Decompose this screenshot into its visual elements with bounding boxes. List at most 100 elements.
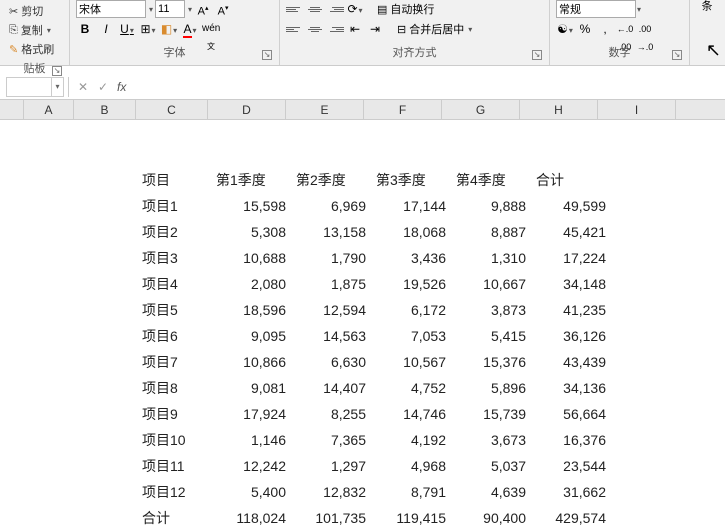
font-size-combo[interactable]	[155, 0, 185, 18]
conditional-format-button[interactable]: 条	[696, 0, 716, 11]
cell[interactable]: 3,673	[452, 428, 530, 452]
enter-formula-button[interactable]: ✓	[93, 77, 113, 97]
cell[interactable]: 14,563	[292, 324, 370, 348]
cell[interactable]: 10,567	[372, 350, 450, 374]
worksheet-grid[interactable]: 项目 第1季度 第2季度 第3季度 第4季度 合计 项目115,5986,969…	[0, 120, 725, 520]
italic-button[interactable]: I	[97, 20, 115, 38]
increase-font-button[interactable]: A▴	[194, 0, 212, 18]
cell[interactable]: 4,752	[372, 376, 450, 400]
select-all-corner[interactable]	[0, 100, 24, 119]
cell[interactable]: 5,415	[452, 324, 530, 348]
cancel-formula-button[interactable]: ✕	[73, 77, 93, 97]
cell[interactable]: 18,068	[372, 220, 450, 244]
row-label[interactable]: 项目11	[138, 454, 210, 478]
font-name-drop[interactable]: ▾	[149, 5, 153, 14]
name-box-drop[interactable]: ▾	[52, 77, 64, 97]
cell[interactable]: 9,081	[212, 376, 290, 400]
decrease-indent-button[interactable]: ⇤	[346, 20, 364, 38]
cell[interactable]: 9,095	[212, 324, 290, 348]
orientation-button[interactable]: ⟳▾	[346, 0, 364, 18]
cell[interactable]: 101,735	[292, 506, 370, 530]
col-header-F[interactable]: F	[364, 100, 442, 119]
comma-button[interactable]: ,	[596, 20, 614, 38]
col-header-D[interactable]: D	[208, 100, 286, 119]
row-label[interactable]: 项目1	[138, 194, 210, 218]
hdr-q3[interactable]: 第3季度	[372, 168, 450, 192]
cell[interactable]: 10,866	[212, 350, 290, 374]
cell[interactable]: 1,790	[292, 246, 370, 270]
cell[interactable]: 1,310	[452, 246, 530, 270]
number-format-drop[interactable]: ▾	[637, 5, 641, 14]
row-label[interactable]: 项目9	[138, 402, 210, 426]
cell[interactable]: 15,598	[212, 194, 290, 218]
hdr-q1[interactable]: 第1季度	[212, 168, 290, 192]
cell[interactable]: 1,146	[212, 428, 290, 452]
font-dialog-launcher[interactable]: ↘	[262, 50, 272, 60]
cell[interactable]: 6,172	[372, 298, 450, 322]
increase-decimal-button[interactable]: ←.0.00	[616, 20, 634, 38]
cell[interactable]: 8,791	[372, 480, 450, 504]
row-label[interactable]: 项目10	[138, 428, 210, 452]
hdr-item[interactable]: 项目	[138, 168, 210, 192]
font-size-drop[interactable]: ▾	[188, 5, 192, 14]
font-color-button[interactable]: A▾	[181, 20, 199, 38]
cell[interactable]: 5,037	[452, 454, 530, 478]
cell[interactable]: 119,415	[372, 506, 450, 530]
cell[interactable]: 17,144	[372, 194, 450, 218]
format-painter-button[interactable]: ✎ 格式刷	[6, 40, 57, 58]
cell[interactable]: 14,746	[372, 402, 450, 426]
number-format-combo[interactable]	[556, 0, 636, 18]
col-header-H[interactable]: H	[520, 100, 598, 119]
accounting-format-button[interactable]: ☯▾	[556, 20, 574, 38]
cell[interactable]: 34,148	[532, 272, 610, 296]
percent-button[interactable]: %	[576, 20, 594, 38]
merge-center-button[interactable]: ⊟ 合并后居中▾	[394, 20, 475, 38]
hdr-q2[interactable]: 第2季度	[292, 168, 370, 192]
wrap-text-button[interactable]: ▤ 自动换行	[374, 0, 437, 18]
cut-button[interactable]: ✂ 剪切	[6, 2, 46, 20]
cell[interactable]: 429,574	[532, 506, 610, 530]
align-bottom-button[interactable]	[326, 2, 344, 16]
align-left-button[interactable]	[286, 22, 304, 36]
cell[interactable]: 17,224	[532, 246, 610, 270]
cell[interactable]: 34,136	[532, 376, 610, 400]
name-box[interactable]	[6, 77, 52, 97]
cell[interactable]: 4,192	[372, 428, 450, 452]
fx-icon[interactable]: fx	[117, 80, 126, 94]
cell[interactable]: 3,436	[372, 246, 450, 270]
cell[interactable]: 1,297	[292, 454, 370, 478]
decrease-font-button[interactable]: A▾	[214, 0, 232, 18]
font-name-combo[interactable]	[76, 0, 146, 18]
cell[interactable]: 16,376	[532, 428, 610, 452]
cell[interactable]: 15,376	[452, 350, 530, 374]
cell[interactable]: 9,888	[452, 194, 530, 218]
row-label[interactable]: 项目2	[138, 220, 210, 244]
cell[interactable]: 18,596	[212, 298, 290, 322]
clipboard-dialog-launcher[interactable]: ↘	[52, 66, 62, 76]
align-top-button[interactable]	[286, 2, 304, 16]
cell[interactable]: 6,630	[292, 350, 370, 374]
cell[interactable]: 118,024	[212, 506, 290, 530]
cell[interactable]: 31,662	[532, 480, 610, 504]
col-header-I[interactable]: I	[598, 100, 676, 119]
col-header-E[interactable]: E	[286, 100, 364, 119]
cell[interactable]: 12,832	[292, 480, 370, 504]
cell[interactable]: 14,407	[292, 376, 370, 400]
row-label[interactable]: 项目8	[138, 376, 210, 400]
cell[interactable]: 8,887	[452, 220, 530, 244]
align-center-button[interactable]	[306, 22, 324, 36]
row-label[interactable]: 项目7	[138, 350, 210, 374]
bold-button[interactable]: B	[76, 20, 94, 38]
cell[interactable]: 7,365	[292, 428, 370, 452]
border-button[interactable]: ⊞▾	[139, 20, 157, 38]
cell[interactable]: 5,308	[212, 220, 290, 244]
row-label[interactable]: 项目4	[138, 272, 210, 296]
row-label[interactable]: 项目3	[138, 246, 210, 270]
cell[interactable]: 6,969	[292, 194, 370, 218]
row-label[interactable]: 合计	[138, 506, 210, 530]
cell[interactable]: 45,421	[532, 220, 610, 244]
cell[interactable]: 5,896	[452, 376, 530, 400]
cell[interactable]: 15,739	[452, 402, 530, 426]
cell[interactable]: 8,255	[292, 402, 370, 426]
cell[interactable]: 1,875	[292, 272, 370, 296]
